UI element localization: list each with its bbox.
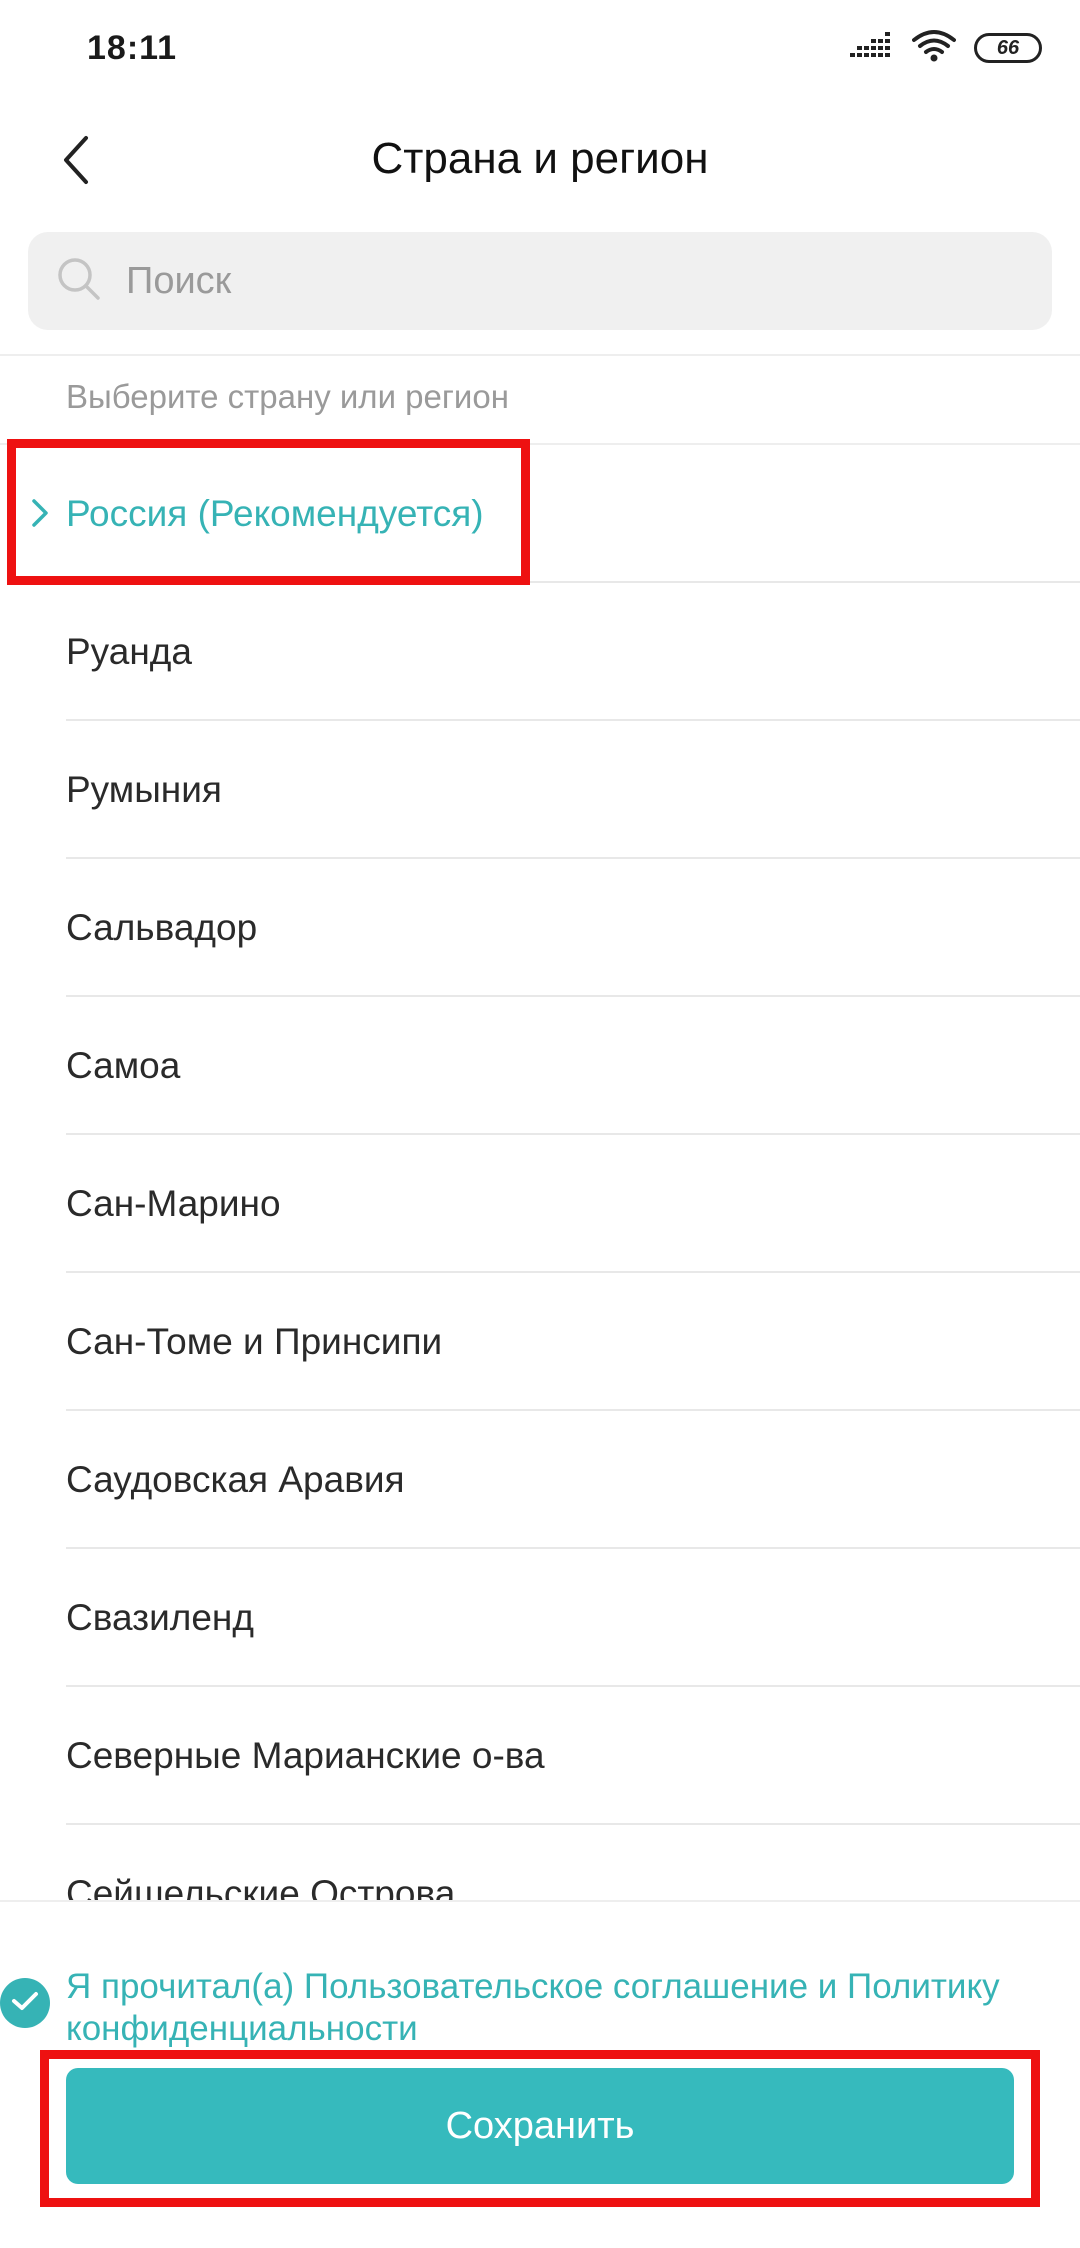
save-button[interactable]: Сохранить (66, 2068, 1014, 2184)
divider (0, 354, 1080, 356)
list-item-label: Самоа (66, 1045, 181, 1086)
battery-icon: 66 (974, 33, 1042, 63)
status-bar: 18:11 66 (0, 0, 1080, 96)
page-title: Страна и регион (371, 134, 709, 183)
chevron-right-icon (28, 495, 52, 531)
list-item-label: Саудовская Аравия (66, 1459, 405, 1500)
section-label: Выберите страну или регион (66, 378, 509, 415)
list-item[interactable]: Сейшельские Острова (0, 1825, 1080, 1900)
search-icon (56, 256, 102, 307)
list-item-label: Сейшельские Острова (66, 1873, 456, 1900)
list-item[interactable]: Сан-Марино (0, 1135, 1080, 1273)
list-item-label: Россия (Рекомендуется) (66, 493, 484, 534)
search-input[interactable] (126, 259, 986, 303)
list-item[interactable]: Саудовская Аравия (0, 1411, 1080, 1549)
country-list[interactable]: Россия (Рекомендуется) Руанда Румыния Са… (0, 445, 1080, 1900)
bottom-panel: Я прочитал(а) Пользовательское соглашени… (0, 1900, 1080, 2248)
list-item[interactable]: Румыния (0, 721, 1080, 859)
search-box[interactable] (28, 232, 1052, 330)
agreement-checkbox[interactable] (0, 1978, 50, 2028)
list-item-label: Сальвадор (66, 907, 258, 948)
list-item[interactable]: Сан-Томе и Принсипи (0, 1273, 1080, 1411)
check-icon (10, 1989, 40, 2018)
list-item-label: Руанда (66, 631, 192, 672)
list-item-label: Сан-Томе и Принсипи (66, 1321, 443, 1362)
list-item[interactable]: Самоа (0, 997, 1080, 1135)
list-item[interactable]: Свазиленд (0, 1549, 1080, 1687)
list-item-label: Северные Марианские о-ва (66, 1735, 545, 1776)
agreement-link[interactable]: Я прочитал(а) Пользовательское соглашени… (66, 1966, 1046, 2050)
list-item-selected[interactable]: Россия (Рекомендуется) (0, 445, 1080, 583)
list-item-label: Сан-Марино (66, 1183, 281, 1224)
list-item-label: Румыния (66, 769, 222, 810)
wifi-icon (912, 29, 956, 68)
status-icons: 66 (850, 29, 1042, 68)
status-time: 18:11 (87, 28, 178, 67)
list-item[interactable]: Руанда (0, 583, 1080, 721)
header: Страна и регион (0, 110, 1080, 214)
screen: 18:11 66 Страна и регион Поиск Выберите … (0, 0, 1080, 2248)
list-item-label: Свазиленд (66, 1597, 254, 1638)
list-item[interactable]: Северные Марианские о-ва (0, 1687, 1080, 1825)
signal-icon (850, 31, 894, 66)
list-item[interactable]: Сальвадор (0, 859, 1080, 997)
